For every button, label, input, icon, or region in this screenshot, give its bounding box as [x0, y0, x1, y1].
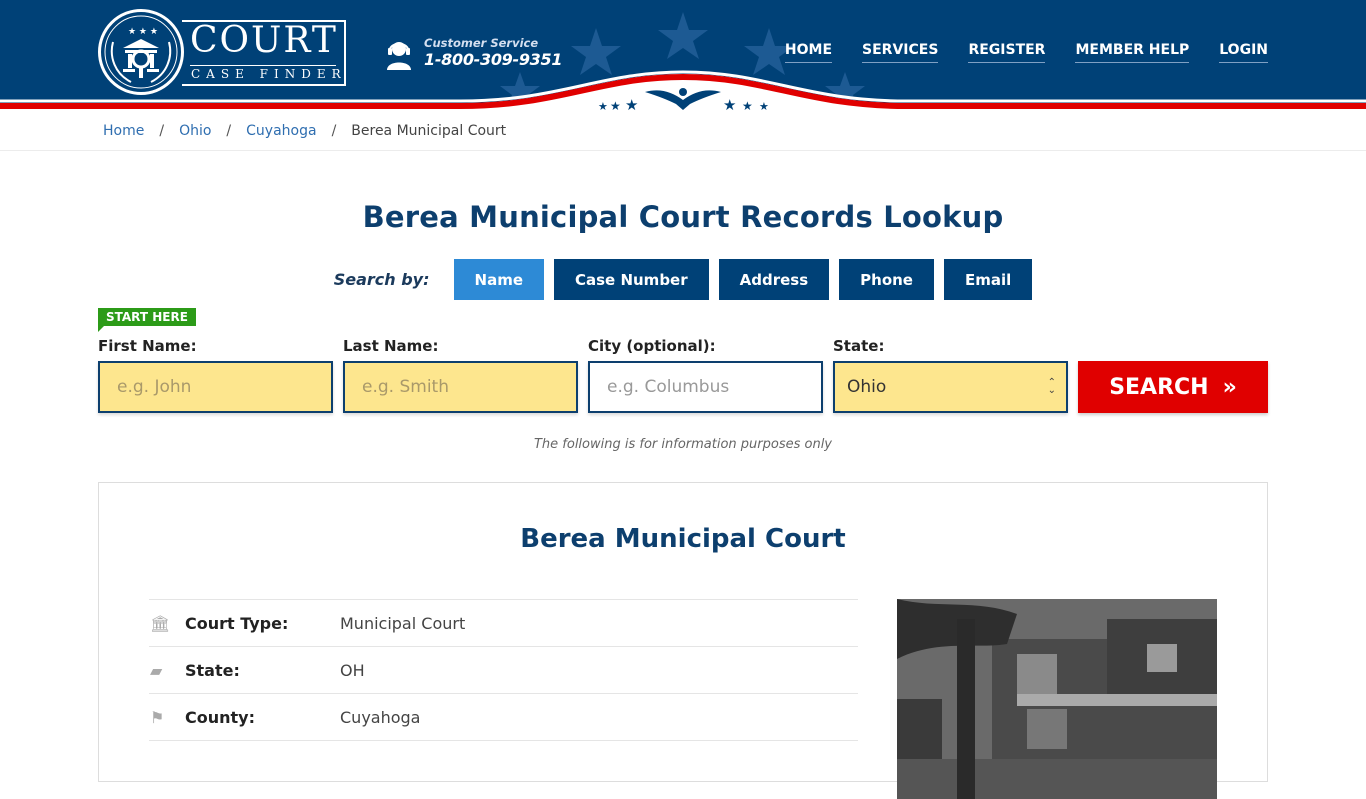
state-select-value: Ohio	[847, 377, 887, 397]
logo-subtitle: CASE FINDER	[191, 67, 347, 81]
star-decoration	[658, 12, 708, 59]
tab-email[interactable]: Email	[943, 259, 1033, 300]
logo-divider	[190, 65, 336, 66]
svg-text:★: ★	[742, 99, 753, 112]
nav-services[interactable]: SERVICES	[862, 42, 939, 63]
state-group: State: Ohio ⌃ ⌄	[833, 337, 1068, 413]
breadcrumb-state[interactable]: Ohio	[179, 123, 211, 139]
court-info-card: Berea Municipal Court 🏛 Court Type: Muni…	[98, 482, 1268, 799]
courthouse-seal-icon: ★ ★ ★	[98, 9, 184, 95]
logo-title: COURT	[190, 20, 338, 61]
state-select[interactable]: Ohio ⌃ ⌄	[833, 361, 1068, 413]
site-logo[interactable]: ★ ★ ★ COURT CASE FINDER	[98, 9, 348, 97]
detail-row-state: ▰ State: OH	[149, 647, 858, 694]
detail-row-court-type: 🏛 Court Type: Municipal Court	[149, 600, 858, 647]
city-input[interactable]: e.g. Columbus	[588, 361, 823, 413]
start-here-badge: START HERE	[98, 308, 196, 332]
svg-text:★: ★	[625, 96, 638, 112]
nav-login[interactable]: LOGIN	[1219, 42, 1268, 63]
breadcrumb-county[interactable]: Cuyahoga	[246, 123, 316, 139]
tab-case-number[interactable]: Case Number	[554, 259, 709, 300]
search-by-label: Search by:	[333, 270, 430, 289]
last-name-label: Last Name:	[343, 337, 439, 355]
detail-value: OH	[340, 660, 365, 680]
detail-value: Cuyahoga	[340, 707, 421, 727]
court-building-photo	[897, 599, 1217, 799]
svg-text:★: ★	[723, 96, 736, 112]
star-decoration	[571, 28, 621, 75]
last-name-group: Last Name: e.g. Smith	[343, 337, 578, 413]
breadcrumb-home[interactable]: Home	[103, 123, 144, 139]
breadcrumb: Home / Ohio / Cuyahoga / Berea Municipal…	[0, 112, 1366, 151]
city-group: City (optional): e.g. Columbus	[588, 337, 823, 413]
nav-member-help[interactable]: MEMBER HELP	[1075, 42, 1190, 63]
customer-service-phone[interactable]: 1-800-309-9351	[424, 50, 562, 69]
nav-register[interactable]: REGISTER	[968, 42, 1046, 63]
double-chevron-right-icon: »	[1222, 374, 1237, 400]
city-label: City (optional):	[588, 337, 716, 355]
first-name-group: First Name: e.g. John	[98, 337, 333, 413]
breadcrumb-separator: /	[159, 123, 165, 139]
flag-icon: ⚑	[150, 707, 165, 727]
breadcrumb-separator: /	[331, 123, 337, 139]
main-nav: HOME SERVICES REGISTER MEMBER HELP LOGIN	[784, 42, 1268, 63]
search-button-label: SEARCH	[1109, 374, 1209, 400]
tab-name[interactable]: Name	[453, 259, 544, 300]
headset-icon	[387, 42, 411, 70]
last-name-input[interactable]: e.g. Smith	[343, 361, 578, 413]
svg-text:★ ★ ★: ★ ★ ★	[128, 27, 158, 37]
search-button[interactable]: SEARCH »	[1078, 361, 1268, 413]
select-arrows-icon: ⌃ ⌄	[1047, 377, 1056, 396]
detail-value: Municipal Court	[340, 613, 466, 633]
detail-row-county: ⚑ County: Cuyahoga	[149, 694, 858, 741]
breadcrumb-current: Berea Municipal Court	[351, 123, 507, 139]
court-name: Berea Municipal Court	[520, 524, 846, 554]
site-header: ★ ★ ★ ★ ★ ★ ★ ★ ★ COURT CASE FINDER Cust…	[0, 0, 1366, 112]
star-decoration: ★	[598, 100, 608, 112]
court-details: 🏛 Court Type: Municipal Court ▰ State: O…	[149, 599, 858, 741]
nav-home[interactable]: HOME	[784, 42, 833, 63]
detail-label: County:	[185, 707, 255, 727]
detail-label: State:	[185, 660, 240, 680]
tab-phone[interactable]: Phone	[839, 259, 934, 300]
customer-service-label: Customer Service	[424, 36, 539, 50]
svg-text:★: ★	[610, 99, 621, 112]
courthouse-icon: 🏛	[150, 613, 171, 633]
first-name-input[interactable]: e.g. John	[98, 361, 333, 413]
breadcrumb-separator: /	[226, 123, 232, 139]
state-label: State:	[833, 337, 885, 355]
search-form: START HERE First Name: e.g. John Last Na…	[98, 300, 1268, 440]
search-type-tabs: Search by: Name Case Number Address Phon…	[0, 259, 1366, 300]
us-map-icon: ▰	[150, 660, 163, 680]
detail-label: Court Type:	[185, 613, 289, 633]
page-title: Berea Municipal Court Records Lookup	[362, 200, 1004, 234]
first-name-label: First Name:	[98, 337, 197, 355]
svg-text:★: ★	[759, 100, 769, 112]
tab-address[interactable]: Address	[718, 259, 830, 300]
